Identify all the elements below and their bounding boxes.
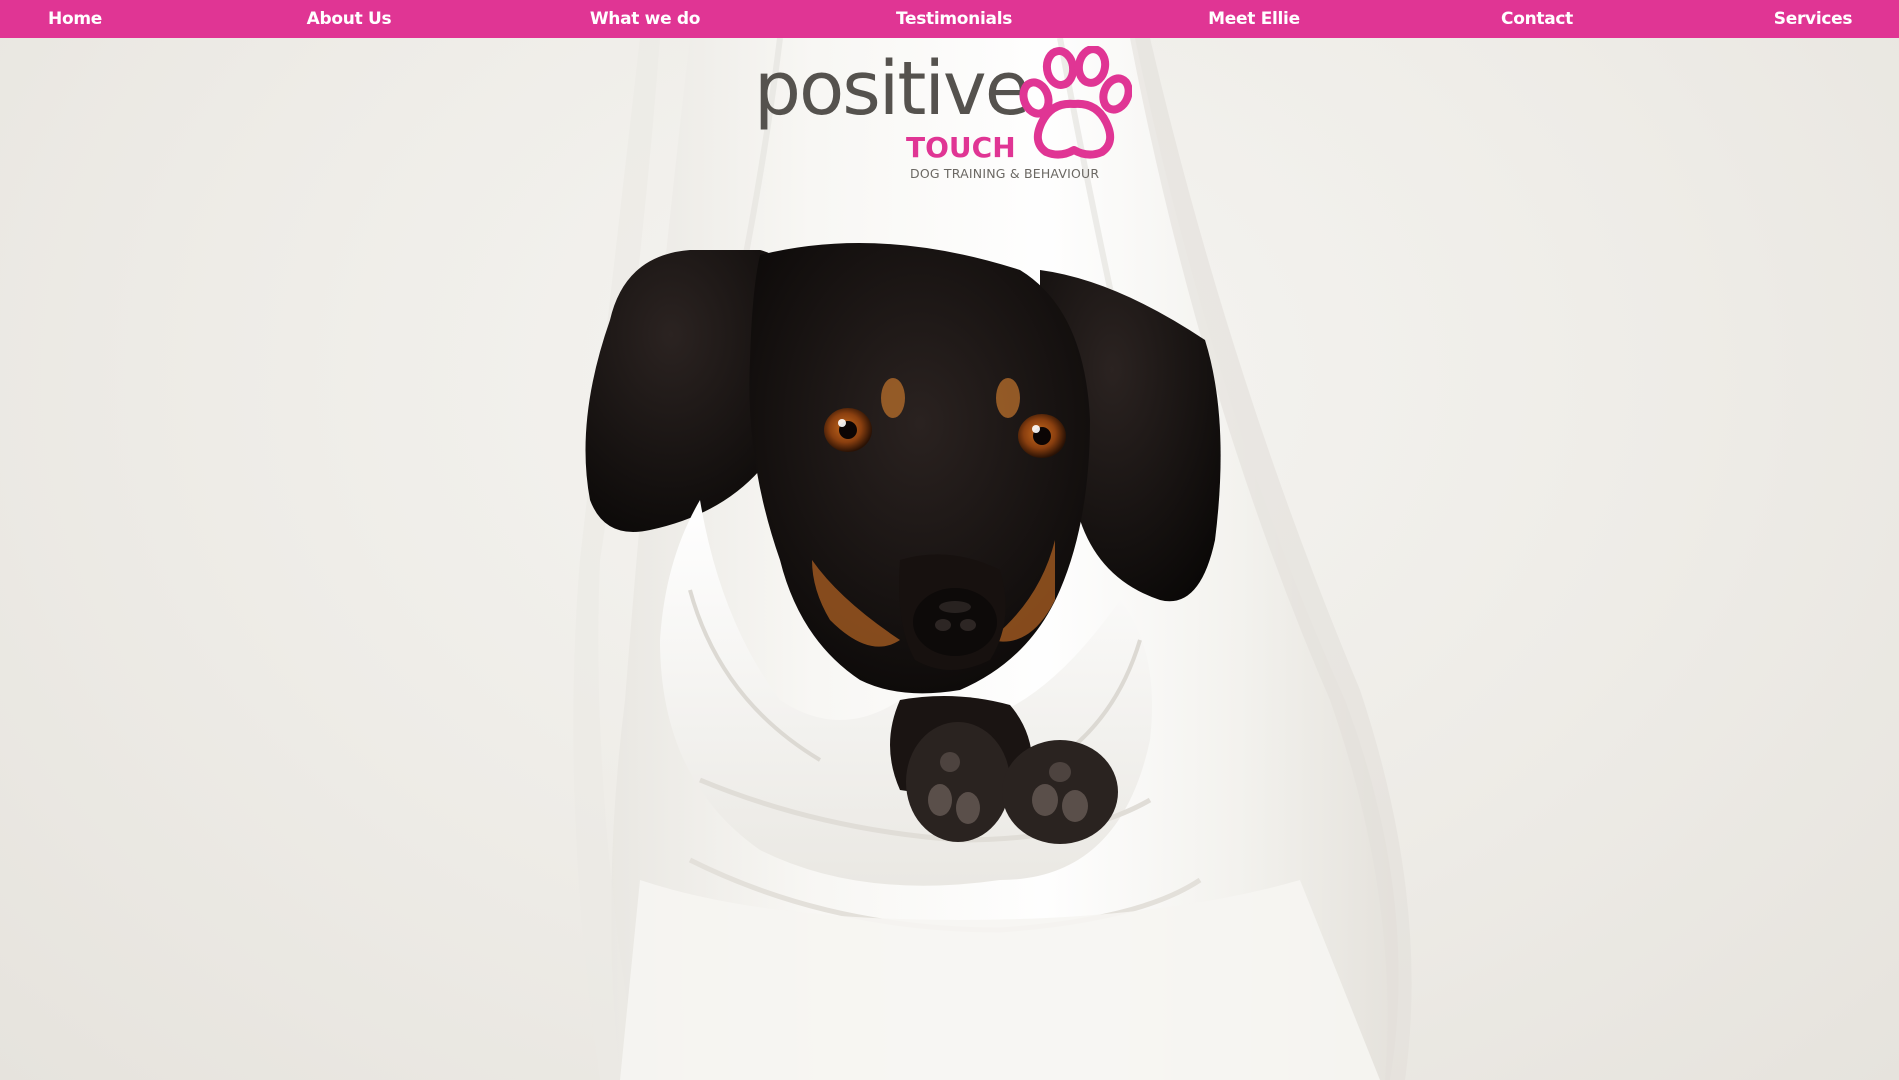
main-navigation: Home About Us What we do Testimonials Me… — [0, 0, 1899, 38]
nav-what-we-do-link[interactable]: What we do — [590, 0, 701, 38]
logo-subtitle-text: DOG TRAINING & BEHAVIOUR — [910, 166, 1100, 181]
page: Home About Us What we do Testimonials Me… — [0, 0, 1899, 1080]
site-logo[interactable]: positive TOUCH DOG TRAINING & BEHAVIOUR — [750, 46, 1140, 186]
paw-print-icon — [1019, 46, 1132, 159]
logo-touch-text: TOUCH — [906, 131, 1016, 164]
nav-home-link[interactable]: Home — [48, 0, 102, 38]
nav-testimonials-link[interactable]: Testimonials — [896, 0, 1012, 38]
logo-positive-text: positive — [754, 46, 1030, 132]
nav-about-us-link[interactable]: About Us — [307, 0, 392, 38]
nav-services-link[interactable]: Services — [1774, 0, 1853, 38]
nav-meet-ellie-link[interactable]: Meet Ellie — [1208, 0, 1300, 38]
hero-image — [0, 38, 1899, 1080]
nav-contact-link[interactable]: Contact — [1501, 0, 1573, 38]
